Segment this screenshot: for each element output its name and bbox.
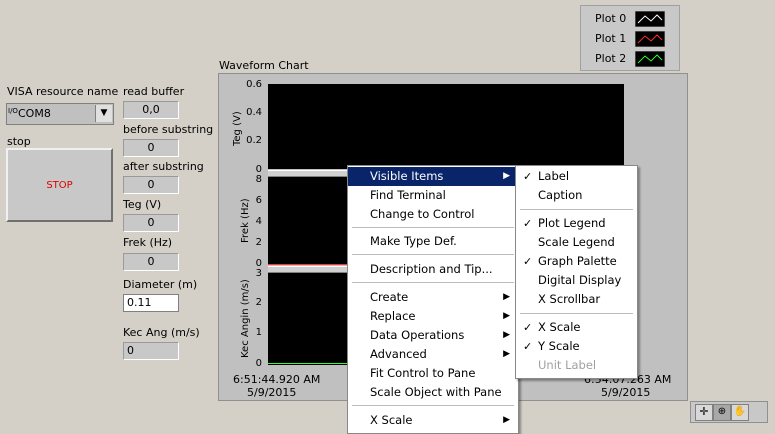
y-tick: 0.4 (246, 107, 262, 118)
cursor-move-tool-icon[interactable]: ✛ (695, 404, 713, 421)
x-start-date: 5/9/2015 (247, 386, 297, 399)
legend-swatch (635, 31, 665, 47)
menu-separator (352, 254, 514, 255)
checkmark-icon: ✓ (523, 170, 533, 183)
io-icon: I/O (8, 107, 18, 115)
frek-indicator: 0 (123, 253, 179, 271)
menu-item-scale-object-with-pane[interactable]: Scale Object with Pane (348, 383, 518, 402)
legend-item-plot2[interactable]: Plot 2 (593, 50, 677, 68)
y-tick: 0.2 (246, 135, 262, 146)
checkmark-icon: ✓ (523, 217, 533, 230)
submenu-arrow-icon: ▶ (503, 330, 510, 340)
frek-trace (268, 264, 358, 265)
after-substring-indicator: 0 (123, 176, 179, 194)
read-buffer-label: read buffer (123, 85, 185, 98)
y-tick: 2 (255, 237, 262, 248)
y-tick: 4 (255, 216, 262, 227)
submenu-item-y-scale[interactable]: ✓ Y Scale (516, 337, 637, 356)
before-substring-label: before substring (123, 123, 214, 136)
menu-item-find-terminal[interactable]: Find Terminal (348, 186, 518, 205)
before-substring-indicator: 0 (123, 139, 179, 157)
menu-separator (520, 313, 633, 314)
menu-item-data-operations[interactable]: Data Operations ▶ (348, 326, 518, 345)
kec-ang-indicator: 0 (123, 342, 179, 360)
submenu-item-label[interactable]: ✓ Label (516, 167, 637, 186)
y-tick: 6 (255, 195, 262, 206)
menu-item-x-scale[interactable]: X Scale ▶ (348, 411, 518, 430)
menu-item-make-type-def[interactable]: Make Type Def. (348, 232, 518, 251)
legend-label: Plot 1 (595, 32, 627, 45)
menu-item-visible-items[interactable]: Visible Items ▶ (348, 167, 518, 186)
submenu-arrow-icon: ▶ (503, 311, 510, 321)
menu-item-replace[interactable]: Replace ▶ (348, 307, 518, 326)
teg-axis-title: Teg (V) (232, 111, 243, 146)
graph-palette[interactable]: ✛ ⊕ ✋ (690, 401, 768, 423)
plot-legend[interactable]: Plot 0 Plot 1 Plot 2 (580, 5, 680, 71)
after-substring-label: after substring (123, 160, 204, 173)
visa-resource-value: COM8 (18, 107, 51, 120)
y-tick: 0.6 (246, 79, 262, 90)
y-tick: 0 (255, 358, 262, 369)
legend-item-plot0[interactable]: Plot 0 (593, 10, 677, 28)
chart-title: Waveform Chart (219, 59, 309, 72)
diameter-input[interactable]: 0.11 (123, 294, 179, 312)
legend-swatch (635, 11, 665, 27)
menu-separator (352, 405, 514, 406)
stop-button-label: STOP (46, 180, 73, 191)
y-tick: 3 (255, 268, 262, 279)
teg-indicator: 0 (123, 214, 179, 232)
legend-swatch (635, 51, 665, 67)
dropdown-arrow-button[interactable]: ▼ (95, 105, 112, 122)
teg-label: Teg (V) (123, 198, 162, 211)
stop-button[interactable]: STOP (6, 148, 113, 222)
read-buffer-indicator: 0,0 (123, 101, 179, 119)
chevron-down-icon: ▼ (100, 108, 108, 118)
submenu-arrow-icon: ▶ (503, 349, 510, 359)
legend-item-plot1[interactable]: Plot 1 (593, 30, 677, 48)
legend-label: Plot 0 (595, 12, 627, 25)
submenu-item-x-scale[interactable]: ✓ X Scale (516, 318, 637, 337)
visible-items-submenu: ✓ Label Caption ✓ Plot Legend Scale Legend… (515, 165, 638, 379)
menu-item-fit-control-to-pane[interactable]: Fit Control to Pane (348, 364, 518, 383)
checkmark-icon: ✓ (523, 321, 533, 334)
x-end-date: 5/9/2015 (601, 386, 651, 399)
menu-separator (520, 209, 633, 210)
menu-item-change-to-control[interactable]: Change to Control (348, 205, 518, 224)
kec-angin-trace (268, 363, 348, 364)
y-tick: 8 (255, 174, 262, 185)
submenu-item-unit-label: Unit Label (538, 358, 597, 372)
submenu-item-digital-display[interactable]: Digital Display (516, 271, 637, 290)
menu-item-advanced[interactable]: Advanced ▶ (348, 345, 518, 364)
menu-separator (352, 282, 514, 283)
y-tick: 2 (255, 297, 262, 308)
visa-resource-label: VISA resource name (7, 85, 119, 98)
menu-separator (352, 227, 514, 228)
x-start-time: 6:51:44.920 AM (233, 373, 321, 386)
legend-label: Plot 2 (595, 52, 627, 65)
diameter-label: Diameter (m) (123, 278, 198, 291)
visa-resource-control[interactable]: I/O COM8 ▼ (6, 103, 114, 125)
zoom-tool-icon[interactable]: ⊕ (713, 404, 731, 421)
checkmark-icon: ✓ (523, 340, 533, 353)
submenu-arrow-icon: ▶ (503, 171, 510, 181)
submenu-item-plot-legend[interactable]: ✓ Plot Legend (516, 214, 637, 233)
submenu-item-graph-palette[interactable]: ✓ Graph Palette (516, 252, 637, 271)
context-menu: Visible Items ▶ Find Terminal Change to C… (347, 165, 519, 434)
pan-tool-icon[interactable]: ✋ (731, 404, 749, 421)
chart-pane-teg[interactable] (268, 84, 624, 169)
submenu-arrow-icon: ▶ (503, 292, 510, 302)
stop-label: stop (7, 135, 31, 148)
y-tick: 1 (255, 327, 262, 338)
submenu-arrow-icon: ▶ (503, 415, 510, 425)
submenu-item-caption[interactable]: Caption (516, 186, 637, 205)
checkmark-icon: ✓ (523, 255, 533, 268)
submenu-item-x-scrollbar[interactable]: X Scrollbar (516, 290, 637, 309)
kec-ang-label: Kec Ang (m/s) (123, 326, 200, 339)
submenu-item-scale-legend[interactable]: Scale Legend (516, 233, 637, 252)
frek-label: Frek (Hz) (123, 236, 173, 249)
kec-angin-axis-title: Kec Angin (m/s) (240, 279, 251, 358)
menu-item-create[interactable]: Create ▶ (348, 288, 518, 307)
menu-item-description-and-tip[interactable]: Description and Tip... (348, 260, 518, 279)
